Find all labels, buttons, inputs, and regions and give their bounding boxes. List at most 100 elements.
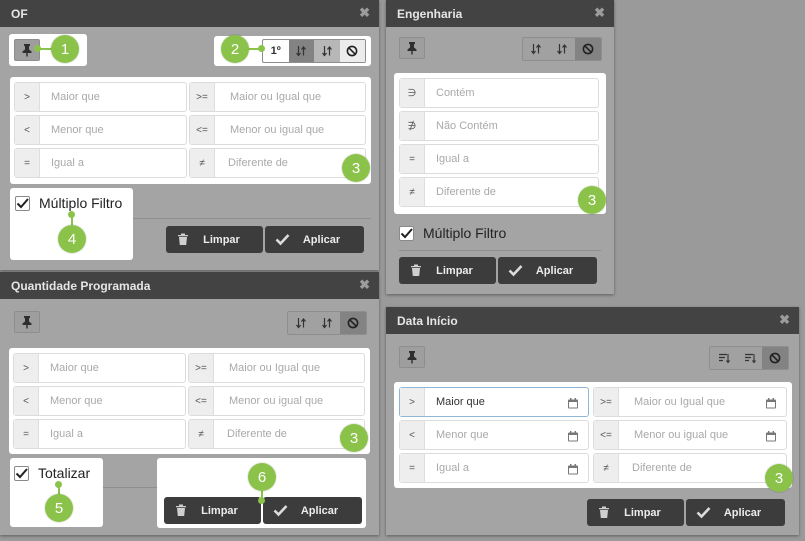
- filter-placeholder: Igual a: [436, 462, 470, 474]
- filter-greater-or-equal[interactable]: >= Maior ou Igual que: [188, 353, 365, 383]
- panel-engenharia-titlebar[interactable]: Engenharia ✖: [386, 0, 614, 27]
- sort-descending-button[interactable]: [549, 38, 575, 60]
- filter-greater-than[interactable]: > Maior que: [14, 82, 187, 112]
- filter-not-equal[interactable]: ≠ Diferente de: [399, 177, 599, 207]
- multiple-filter-checkbox[interactable]: Múltiplo Filtro: [399, 225, 506, 241]
- sort-descending-button[interactable]: [736, 347, 762, 369]
- filter-equal[interactable]: = Igual a: [399, 453, 589, 483]
- pin-button[interactable]: [399, 346, 425, 368]
- multiple-filter-checkbox[interactable]: Múltiplo Filtro: [15, 195, 122, 211]
- panel-quantidade-titlebar[interactable]: Quantidade Programada ✖: [0, 272, 379, 299]
- filter-equal[interactable]: = Igual a: [399, 144, 599, 174]
- filter-equal[interactable]: = Igual a: [13, 419, 186, 449]
- filter-greater-or-equal[interactable]: >= Maior ou Igual que: [189, 82, 366, 112]
- apply-button-label: Aplicar: [302, 234, 341, 246]
- callout-badge-3: 3: [340, 424, 368, 452]
- calendar-icon[interactable]: [567, 463, 579, 475]
- divider: [103, 487, 157, 488]
- close-icon[interactable]: ✖: [359, 277, 370, 293]
- filter-equal[interactable]: = Igual a: [14, 148, 187, 178]
- callout-dot: [34, 45, 41, 52]
- filter-not-equal[interactable]: ≠ Diferente de: [189, 148, 366, 178]
- filter-less-or-equal[interactable]: <= Menor ou igual que: [593, 420, 787, 450]
- calendar-icon[interactable]: [567, 397, 579, 409]
- operator-label: >=: [189, 354, 214, 382]
- clear-button[interactable]: Limpar: [587, 499, 684, 526]
- panel-data-inicio: Data Início ✖ > Maior que >= Maior ou Igua…: [386, 307, 799, 535]
- operator-label: <=: [190, 116, 215, 144]
- filter-placeholder: Não Contém: [436, 120, 498, 132]
- filter-not-contains[interactable]: ∌ Não Contém: [399, 111, 599, 141]
- filter-placeholder: Igual a: [50, 428, 84, 440]
- filter-less-or-equal[interactable]: <= Menor ou igual que: [188, 386, 365, 416]
- checkbox-label: Múltiplo Filtro: [423, 225, 507, 241]
- pin-button[interactable]: [14, 311, 40, 333]
- totalize-checkbox[interactable]: Totalizar: [14, 465, 90, 481]
- filter-greater-or-equal[interactable]: >= Maior ou Igual que: [593, 387, 787, 417]
- filter-less-or-equal[interactable]: <= Menor ou igual que: [189, 115, 366, 145]
- panel-title: Quantidade Programada: [11, 279, 151, 293]
- filter-less-than[interactable]: < Menor que: [14, 115, 187, 145]
- filter-not-equal[interactable]: ≠ Diferente de: [188, 419, 365, 449]
- clear-button[interactable]: Limpar: [399, 257, 496, 284]
- panel-title: OF: [11, 7, 28, 21]
- filter-placeholder: Maior que: [50, 362, 99, 374]
- operator-label: ∋: [400, 79, 425, 107]
- no-sort-button[interactable]: [575, 38, 601, 60]
- no-sort-icon: [346, 45, 358, 57]
- panel-of-titlebar[interactable]: OF ✖: [0, 0, 379, 27]
- apply-button[interactable]: Aplicar: [265, 226, 364, 253]
- pin-icon: [407, 41, 417, 55]
- pin-button[interactable]: [399, 37, 425, 59]
- filter-contains[interactable]: ∋ Contém: [399, 78, 599, 108]
- operator-label: >: [400, 388, 425, 416]
- clear-button[interactable]: Limpar: [166, 226, 263, 253]
- close-icon[interactable]: ✖: [779, 312, 790, 328]
- sort-descending-button[interactable]: [314, 40, 340, 62]
- callout-badge-3: 3: [765, 464, 793, 492]
- no-sort-icon: [769, 352, 781, 364]
- operator-label: >=: [190, 83, 215, 111]
- clear-button[interactable]: Limpar: [164, 497, 261, 524]
- calendar-icon[interactable]: [765, 397, 777, 409]
- no-sort-button[interactable]: [339, 40, 365, 62]
- operator-label: =: [400, 145, 425, 173]
- sort-ascending-button[interactable]: [288, 40, 314, 62]
- filter-not-equal[interactable]: ≠ Diferente de: [593, 453, 787, 483]
- sort-toolbar: [522, 37, 602, 61]
- clear-button-label: Limpar: [436, 265, 473, 277]
- filter-placeholder: Menor ou igual que: [634, 429, 729, 441]
- callout-badge-3: 3: [578, 186, 606, 214]
- apply-button-label: Aplicar: [535, 265, 574, 277]
- panel-engenharia: Engenharia ✖ ∋ Contém ∌ Não Contém = Igual …: [386, 0, 614, 294]
- filter-less-than[interactable]: < Menor que: [13, 386, 186, 416]
- no-sort-icon: [347, 317, 359, 329]
- sort-ascending-button[interactable]: [523, 38, 549, 60]
- panel-title: Engenharia: [397, 7, 463, 21]
- close-icon[interactable]: ✖: [359, 5, 370, 21]
- panel-data-inicio-titlebar[interactable]: Data Início ✖: [386, 307, 799, 334]
- check-icon: [15, 467, 28, 478]
- filter-placeholder: Diferente de: [228, 157, 288, 169]
- apply-button[interactable]: Aplicar: [498, 257, 597, 284]
- no-sort-button[interactable]: [762, 347, 788, 369]
- filter-less-than[interactable]: < Menor que: [399, 420, 589, 450]
- filter-placeholder: Menor ou igual que: [230, 124, 325, 136]
- calendar-icon[interactable]: [765, 430, 777, 442]
- sort-ascending-button[interactable]: [710, 347, 736, 369]
- sort-descending-button[interactable]: [314, 312, 340, 334]
- filter-greater-than[interactable]: > Maior que: [13, 353, 186, 383]
- apply-button[interactable]: Aplicar: [263, 497, 362, 524]
- filter-greater-than[interactable]: > Maior que: [399, 387, 589, 417]
- check-icon: [400, 227, 413, 238]
- sort-ascending-button[interactable]: [288, 312, 314, 334]
- no-sort-button[interactable]: [340, 312, 366, 334]
- close-icon[interactable]: ✖: [594, 5, 605, 21]
- sort-descending-icon: [321, 317, 333, 329]
- filter-placeholder: Menor ou igual que: [229, 395, 324, 407]
- sort-order-indicator: 1º: [270, 45, 281, 57]
- sort-toolbar: 1º: [262, 39, 366, 63]
- apply-button[interactable]: Aplicar: [686, 499, 785, 526]
- calendar-icon[interactable]: [567, 430, 579, 442]
- callout-dot: [258, 45, 265, 52]
